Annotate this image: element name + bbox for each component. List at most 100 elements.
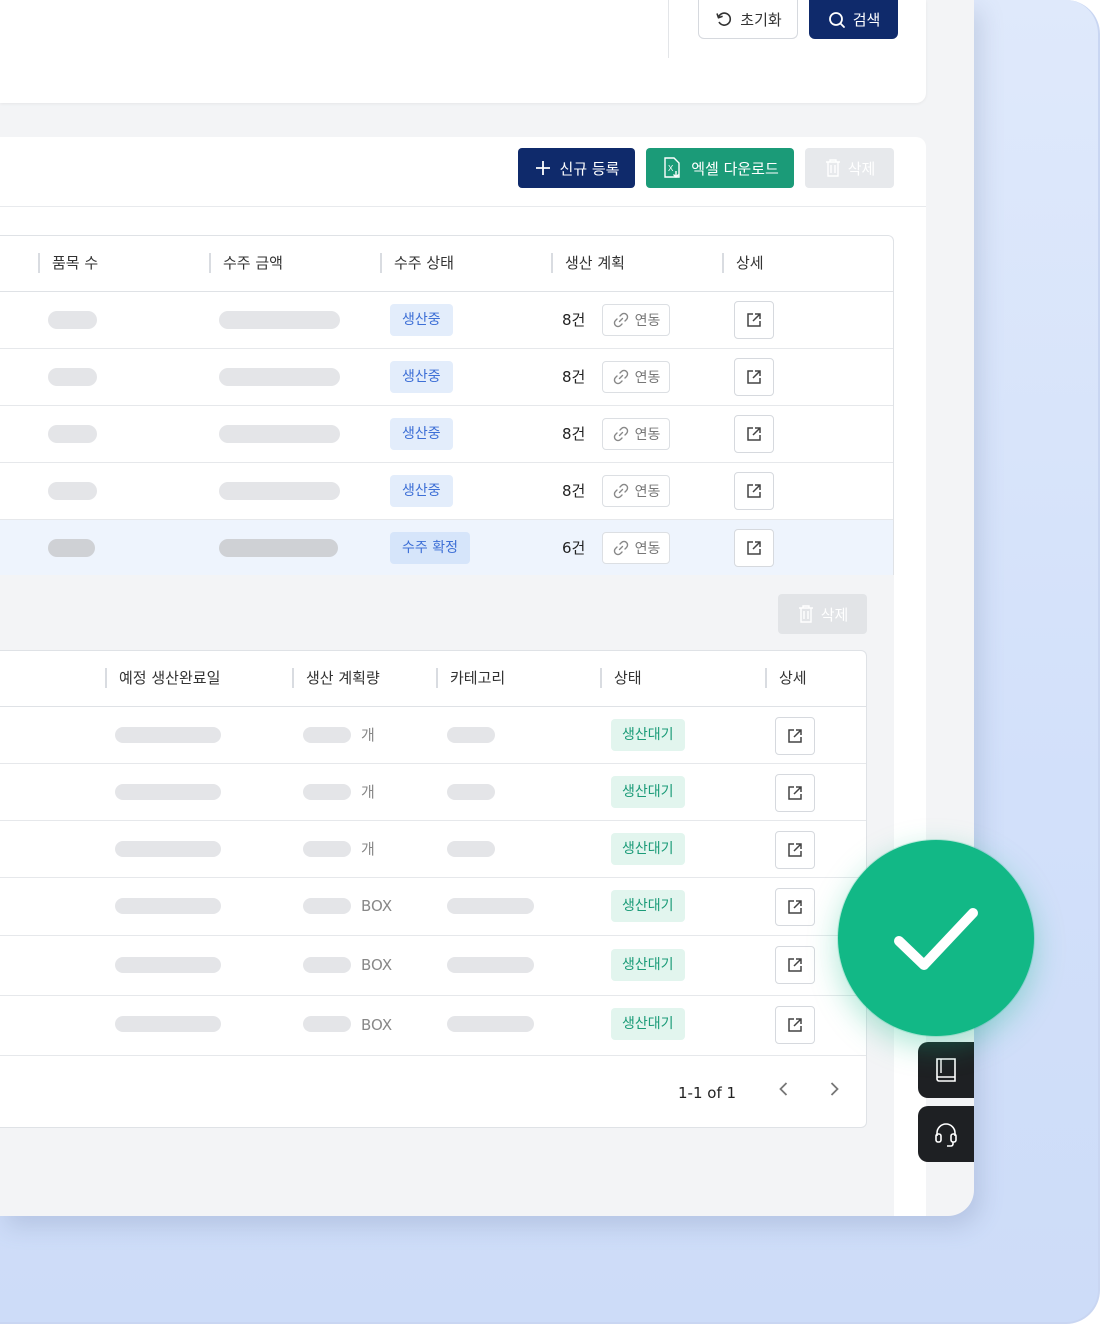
detail-button[interactable] bbox=[775, 946, 815, 984]
placeholder-bar bbox=[303, 841, 351, 857]
new-register-label: 신규 등록 bbox=[559, 159, 620, 178]
external-link-icon bbox=[788, 900, 802, 914]
table-row[interactable]: 개 생산대기 bbox=[0, 764, 866, 821]
placeholder-bar bbox=[447, 957, 534, 973]
detail-button[interactable] bbox=[775, 888, 815, 926]
search-button[interactable]: 검색 bbox=[809, 0, 898, 39]
detail-button[interactable] bbox=[734, 415, 774, 453]
link-icon bbox=[613, 369, 628, 385]
plan-count: 8건 bbox=[562, 368, 586, 386]
detail-button[interactable] bbox=[734, 529, 774, 567]
status-badge: 생산대기 bbox=[611, 1008, 685, 1040]
table-row[interactable]: BOX 생산대기 bbox=[0, 996, 866, 1056]
book-icon bbox=[936, 1058, 956, 1082]
table-row[interactable]: 생산중 8건 연동 bbox=[0, 292, 893, 349]
trash-icon bbox=[825, 159, 840, 177]
delete-label: 삭제 bbox=[847, 159, 876, 178]
detail-button[interactable] bbox=[775, 831, 815, 869]
new-register-button[interactable]: 신규 등록 bbox=[518, 148, 635, 188]
col-planned-completion-date[interactable]: 예정 생산완료일 bbox=[105, 668, 220, 688]
support-button[interactable] bbox=[918, 1106, 974, 1162]
external-link-icon bbox=[788, 1018, 802, 1032]
search-label: 검색 bbox=[852, 11, 881, 29]
plan-delete-button[interactable]: 삭제 bbox=[778, 594, 867, 634]
link-label: 연동 bbox=[634, 427, 661, 443]
chevron-right-icon bbox=[830, 1082, 839, 1096]
delete-button[interactable]: 삭제 bbox=[805, 148, 894, 188]
external-link-icon bbox=[788, 729, 802, 743]
link-button[interactable]: 연동 bbox=[602, 418, 670, 450]
col-planned-quantity[interactable]: 생산 계획량 bbox=[292, 668, 380, 688]
excel-file-icon: X bbox=[664, 157, 680, 178]
search-icon bbox=[828, 11, 845, 28]
placeholder-bar bbox=[303, 1016, 351, 1032]
col-category[interactable]: 카테고리 bbox=[436, 668, 505, 688]
external-link-icon bbox=[747, 370, 761, 384]
link-button[interactable]: 연동 bbox=[602, 532, 670, 564]
table-row[interactable]: 개 생산대기 bbox=[0, 821, 866, 878]
placeholder-bar bbox=[219, 311, 340, 329]
status-badge: 생산대기 bbox=[611, 949, 685, 981]
placeholder-bar bbox=[48, 539, 95, 557]
unit-label: 개 bbox=[361, 783, 375, 801]
link-button[interactable]: 연동 bbox=[602, 475, 670, 507]
col-detail[interactable]: 상세 bbox=[722, 253, 764, 273]
unit-label: 개 bbox=[361, 726, 375, 744]
table-row[interactable]: 개 생산대기 bbox=[0, 707, 866, 764]
placeholder-bar bbox=[115, 784, 221, 800]
link-icon bbox=[613, 483, 628, 499]
detail-button[interactable] bbox=[734, 301, 774, 339]
table-row[interactable]: 생산중 8건 연동 bbox=[0, 463, 893, 520]
reset-button[interactable]: 초기화 bbox=[698, 0, 798, 39]
placeholder-bar bbox=[219, 368, 340, 386]
placeholder-bar bbox=[303, 898, 351, 914]
headset-icon bbox=[935, 1123, 957, 1147]
detail-button[interactable] bbox=[734, 358, 774, 396]
plus-icon bbox=[535, 161, 550, 175]
status-badge: 생산중 bbox=[390, 475, 453, 507]
placeholder-bar bbox=[447, 841, 495, 857]
order-table: 품목 수 수주 금액 수주 상태 생산 계획 상세 생산중 8건 연동 생산중 … bbox=[0, 235, 894, 576]
prev-page-button[interactable] bbox=[774, 1079, 794, 1099]
external-link-icon bbox=[747, 484, 761, 498]
placeholder-bar bbox=[115, 727, 221, 743]
link-label: 연동 bbox=[634, 370, 661, 386]
search-panel: 초기화 검색 bbox=[0, 0, 926, 103]
main-panel: 신규 등록 X 엑셀 다운로드 삭제 품목 수 수주 금액 수주 상태 생산 계… bbox=[0, 137, 926, 1216]
col-order-status[interactable]: 수주 상태 bbox=[380, 253, 454, 273]
table-row[interactable]: 생산중 8건 연동 bbox=[0, 349, 893, 406]
placeholder-bar bbox=[48, 482, 97, 500]
table-row[interactable]: BOX 생산대기 bbox=[0, 878, 866, 936]
unit-label: BOX bbox=[361, 956, 393, 974]
placeholder-bar bbox=[115, 841, 221, 857]
table-row-selected[interactable]: 수주 확정 6건 연동 bbox=[0, 520, 893, 576]
external-link-icon bbox=[788, 843, 802, 857]
link-label: 연동 bbox=[634, 541, 661, 557]
excel-download-button[interactable]: X 엑셀 다운로드 bbox=[646, 148, 794, 188]
detail-button[interactable] bbox=[775, 1006, 815, 1044]
divider bbox=[668, 0, 669, 58]
link-button[interactable]: 연동 bbox=[602, 304, 670, 336]
col-status[interactable]: 상태 bbox=[600, 668, 642, 688]
manual-button[interactable] bbox=[918, 1042, 974, 1098]
col-detail[interactable]: 상세 bbox=[765, 668, 807, 688]
success-check-badge bbox=[838, 840, 1034, 1036]
placeholder-bar bbox=[115, 1016, 221, 1032]
table-row[interactable]: BOX 생산대기 bbox=[0, 936, 866, 996]
toolbar-divider bbox=[0, 206, 926, 207]
next-page-button[interactable] bbox=[824, 1079, 844, 1099]
table-row[interactable]: 생산중 8건 연동 bbox=[0, 406, 893, 463]
placeholder-bar bbox=[219, 539, 338, 557]
link-button[interactable]: 연동 bbox=[602, 361, 670, 393]
col-order-amount[interactable]: 수주 금액 bbox=[209, 253, 283, 273]
plan-count: 8건 bbox=[562, 482, 586, 500]
placeholder-bar bbox=[48, 368, 97, 386]
app-window: 초기화 검색 신규 등록 X 엑셀 다운로드 삭제 품목 수 수주 금액 수주 … bbox=[0, 0, 974, 1216]
col-item-count[interactable]: 품목 수 bbox=[38, 253, 98, 273]
production-plan-table: 예정 생산완료일 생산 계획량 카테고리 상태 상세 개 생산대기 개 생산대기… bbox=[0, 650, 867, 1128]
detail-button[interactable] bbox=[775, 717, 815, 755]
status-badge: 생산대기 bbox=[611, 833, 685, 865]
detail-button[interactable] bbox=[775, 774, 815, 812]
detail-button[interactable] bbox=[734, 472, 774, 510]
col-production-plan[interactable]: 생산 계획 bbox=[551, 253, 625, 273]
